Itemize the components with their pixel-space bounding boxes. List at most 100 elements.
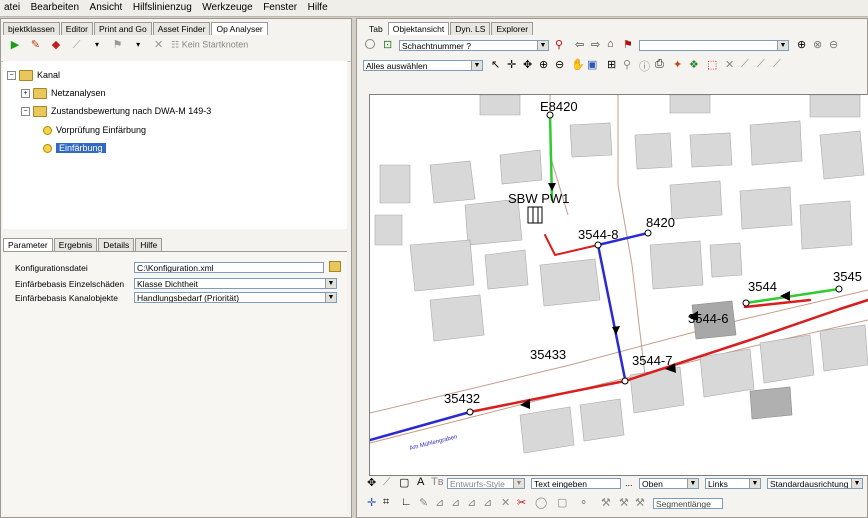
orientation-select[interactable]: Standardausrichtung ▼ [767,478,863,489]
manhole-3544-7[interactable] [621,377,629,385]
tab-tab[interactable]: Tab [365,23,387,35]
menu-datei[interactable]: atei [0,0,24,13]
map-filter-select[interactable]: ▼ [639,40,789,51]
search-icon[interactable]: ⚲ [623,58,631,71]
chevron-down-icon[interactable]: ▼ [325,293,336,302]
info-icon[interactable]: ⊡ [383,38,392,51]
flag-icon[interactable]: ⚑ [623,38,633,51]
info-icon[interactable]: ⓘ [639,58,650,74]
menu-ansicht[interactable]: Ansicht [86,0,127,13]
vertex-icon[interactable]: ⊿ [451,496,460,509]
menu-werkzeuge[interactable]: Werkzeuge [198,0,256,13]
zoom-extent-icon[interactable]: ⊗ [813,38,822,51]
circle-tool-icon[interactable]: ◯ [535,496,547,509]
tab-objektansicht[interactable]: Objektansicht [387,22,450,35]
start-node-button[interactable]: ☷ Kein Startknoten [171,40,248,50]
tree-item-kanal[interactable]: − Kanal [7,69,60,81]
manhole-8420[interactable] [644,229,652,237]
zoom-in-icon[interactable]: ⊕ [797,38,806,51]
target-icon[interactable] [365,39,375,49]
chevron-down-icon[interactable]: ▼ [537,41,548,50]
find-icon[interactable]: ⚲ [555,38,563,51]
tree-item-vorpruefung[interactable]: Vorprüfung Einfärbung [43,124,146,136]
menu-hilfe[interactable]: Hilfe [304,0,332,13]
vertex-icon[interactable]: ⊿ [483,496,492,509]
select-tool-icon[interactable]: ⟋ [69,37,85,53]
collapse-icon[interactable]: − [7,70,16,80]
run-icon[interactable]: ▶ [7,37,23,53]
rect-tool-icon[interactable]: ▢ [557,496,567,509]
tab-hilfe[interactable]: Hilfe [135,238,163,251]
measure-icon[interactable]: ⊞ [607,58,616,71]
snap-icon[interactable]: ✛ [367,496,376,509]
line-tool-icon[interactable]: ⟋ [383,476,391,489]
node-icon[interactable]: ⚬ [579,496,588,509]
delete-icon[interactable]: ✕ [151,37,167,53]
angle-icon[interactable]: ∟ [401,496,412,508]
flag-icon[interactable]: ⚑ [110,37,126,53]
menu-hilfslinienzug[interactable]: Hilfslinienzug [129,0,196,13]
tab-dyn-ls[interactable]: Dyn. LS [450,22,491,35]
back-arrow-icon[interactable]: ⇦ [575,38,584,51]
vertex-icon[interactable]: ⊿ [435,496,444,509]
zoom-in-icon[interactable]: ⊕ [539,58,548,71]
tab-details[interactable]: Details [98,238,135,251]
tab-op-analyser[interactable]: Op Analyser [211,22,268,35]
chevron-down-icon[interactable]: ▼ [325,279,336,288]
config-file-field[interactable]: C:\Konfiguration.xml [134,262,324,273]
rect-tool-icon[interactable]: ▢ [399,476,409,489]
tree-item-netzanalysen[interactable]: + Netzanalysen [21,87,106,99]
move-icon[interactable]: ✥ [367,476,376,489]
tool-icon[interactable]: ⚒ [601,496,611,509]
tab-editor[interactable]: Editor [60,22,93,35]
manhole-35432[interactable] [466,408,474,416]
grid-icon[interactable]: ⌗ [383,496,389,509]
tool-icon[interactable]: ⚒ [635,496,645,509]
tree-item-einfaerbung[interactable]: Einfärbung [43,142,106,154]
line-tool-icon[interactable]: ⟋ [773,58,781,71]
print-icon[interactable]: ⎙ [655,58,664,71]
text-tool-icon[interactable]: A [417,476,424,488]
chevron-down-icon[interactable]: ▾ [89,37,105,53]
chevron-down-icon[interactable]: ▾ [130,37,146,53]
manhole-3544-8[interactable] [594,241,602,249]
pointer-icon[interactable]: ↖ [491,58,500,71]
collapse-icon[interactable]: − [21,106,30,116]
tool-icon[interactable]: ⚒ [619,496,629,509]
segment-length-field[interactable]: Segmentlänge [653,498,723,509]
menu-bearbeiten[interactable]: Bearbeiten [27,0,83,13]
einzelschaeden-select[interactable]: Klasse Dichtheit ▼ [134,278,337,289]
line-tool-icon[interactable]: ⟋ [741,58,749,71]
line-tool-icon[interactable]: ⟋ [757,58,765,71]
highlight-icon[interactable]: ✦ [673,58,682,71]
edit-icon[interactable]: ✎ [419,496,428,509]
chevron-down-icon[interactable]: ▼ [471,61,482,70]
map-view[interactable]: E8420 SBW PW1 3544-8 8420 3544 3545 3544… [369,94,868,476]
close-icon[interactable]: ✕ [725,58,734,71]
select-rect-icon[interactable]: ⬚ [707,58,717,71]
kanalobjekte-select[interactable]: Handlungsbedarf (Priorität) ▼ [134,292,337,303]
schacht-search-select[interactable]: Schachtnummer ? ▼ [399,40,549,51]
chevron-down-icon[interactable]: ▼ [513,479,524,488]
eraser-icon[interactable]: ◆ [48,37,64,53]
cut-icon[interactable]: ✂ [517,496,526,509]
menu-fenster[interactable]: Fenster [259,0,301,13]
text-input[interactable]: Text eingeben [531,478,621,489]
vertex-icon[interactable]: ⊿ [467,496,476,509]
tab-objektklassen[interactable]: bjektklassen [3,22,60,35]
chevron-down-icon[interactable]: ▼ [749,479,760,488]
tab-ergebnis[interactable]: Ergebnis [53,238,98,251]
style-select[interactable]: Entwurfs-Style ▼ [447,478,525,489]
home-icon[interactable]: ⌂ [607,38,614,50]
text-style-icon[interactable]: Tв [431,476,444,488]
tab-print-and-go[interactable]: Print and Go [94,22,152,35]
manhole-3545[interactable] [835,285,843,293]
selection-mode-select[interactable]: Alles auswählen ▼ [363,60,483,71]
position-select[interactable]: Oben ▼ [639,478,699,489]
hand-icon[interactable]: ✋ [571,58,585,71]
tab-explorer[interactable]: Explorer [491,22,534,35]
tree-item-zustandsbewertung[interactable]: − Zustandsbewertung nach DWA-M 149-3 [21,105,211,117]
manhole-3544[interactable] [742,299,750,307]
map-canvas[interactable]: E8420 SBW PW1 3544-8 8420 3544 3545 3544… [370,95,868,475]
forward-arrow-icon[interactable]: ⇨ [591,38,600,51]
